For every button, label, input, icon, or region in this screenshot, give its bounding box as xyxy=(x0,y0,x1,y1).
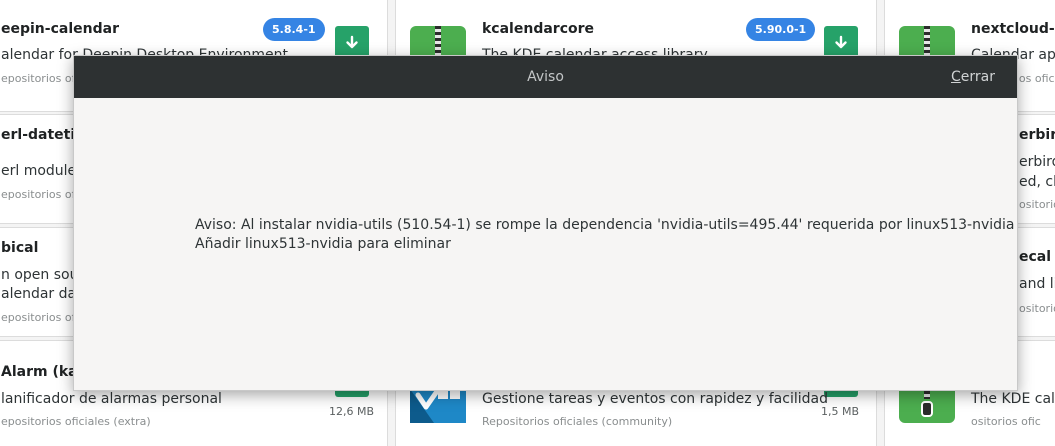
package-repository: ositorios ofic xyxy=(971,415,1041,428)
package-name: erbird xyxy=(1019,127,1055,143)
package-repository: epositorios oficiales (extra) xyxy=(1,415,151,428)
package-size: 12,6 MB xyxy=(328,405,374,418)
package-repository: Repositorios oficiales (community) xyxy=(482,415,673,428)
close-button-mnemonic: C xyxy=(951,69,961,85)
package-description: The KDE calen xyxy=(971,391,1055,407)
package-name: bical xyxy=(1,240,39,256)
close-button-label: errar xyxy=(960,69,995,85)
package-name: eepin-calendar xyxy=(1,21,119,37)
package-name: kcalendarcore xyxy=(482,21,595,37)
package-description: Gestione tareas y eventos con rapidez y … xyxy=(482,391,828,407)
warning-dialog: Aviso Cerrar Aviso: Al instalar nvidia-u… xyxy=(73,55,1018,391)
version-badge: 5.8.4-1 xyxy=(263,18,325,41)
package-repository: ositorios ofic xyxy=(1019,302,1055,315)
package-description-line2: ed, cha xyxy=(1019,174,1055,190)
package-size: 1,5 MB xyxy=(820,405,859,418)
download-icon xyxy=(835,35,847,49)
dialog-title: Aviso xyxy=(527,69,564,85)
dialog-message-line2: Añadir linux513-nvidia para eliminar xyxy=(195,236,451,252)
package-description: lanificador de alarmas personal xyxy=(1,391,222,407)
version-badge: 5.90.0-1 xyxy=(746,18,816,41)
package-description: and lig xyxy=(1019,276,1055,292)
package-name: ecal xyxy=(1019,249,1052,265)
dialog-message: Aviso: Al instalar nvidia-utils (510.54-… xyxy=(195,216,1014,254)
package-repository: ositorios ofic xyxy=(1019,198,1055,211)
package-name: nextcloud-ap xyxy=(971,21,1055,37)
download-icon xyxy=(346,35,358,49)
close-button[interactable]: Cerrar xyxy=(951,56,995,98)
dialog-message-line1: Aviso: Al instalar nvidia-utils (510.54-… xyxy=(195,217,1015,233)
